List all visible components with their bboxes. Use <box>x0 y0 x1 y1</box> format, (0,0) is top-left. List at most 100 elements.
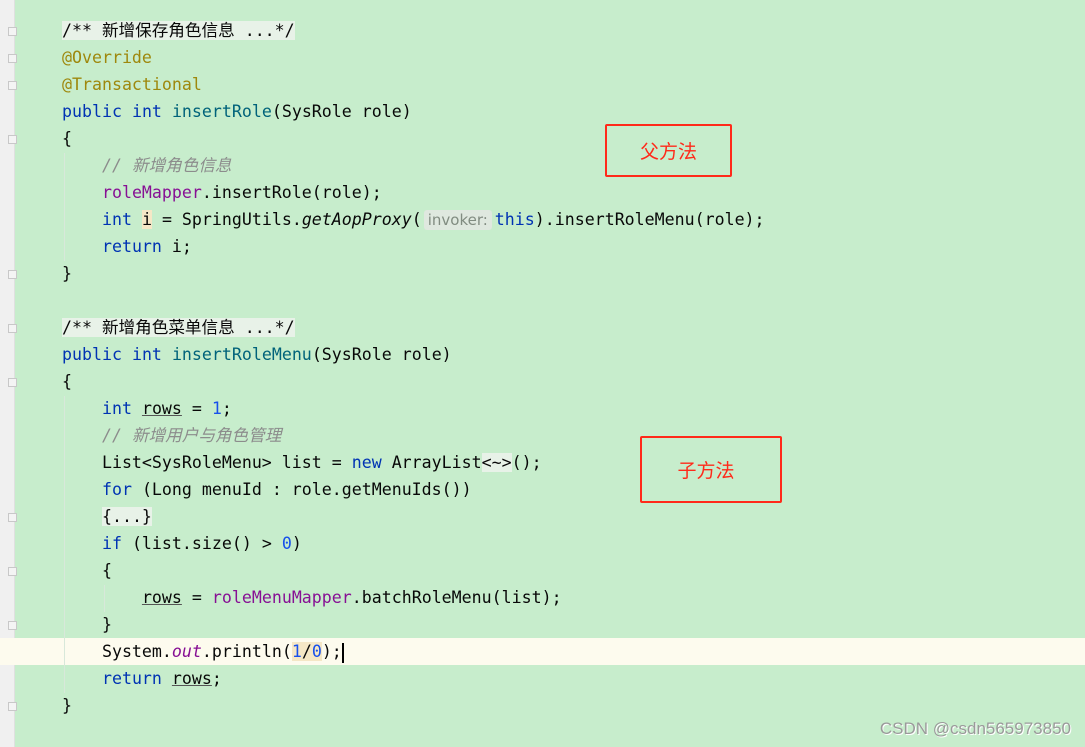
code-line[interactable]: return rows; <box>0 665 1085 692</box>
code-token: ; <box>221 399 232 418</box>
code-token: out <box>171 642 202 661</box>
code-token: // 新增用户与角色管理 <box>101 426 282 445</box>
code-line[interactable]: { <box>0 125 1085 152</box>
code-token: (SysRole role) <box>271 102 412 121</box>
code-token: int <box>101 210 132 229</box>
code-token: if <box>101 534 122 553</box>
code-token: / <box>301 642 312 661</box>
indent-guide <box>64 396 65 693</box>
code-token: i; <box>161 237 192 256</box>
code-token: ).insertRoleMenu(role); <box>534 210 765 229</box>
code-token: this <box>494 210 535 229</box>
code-line[interactable]: {...} <box>0 503 1085 530</box>
code-editor[interactable]: /** 新增保存角色信息 ...*/ @Override @Transactiona… <box>0 17 1085 719</box>
code-line[interactable]: /** 新增角色菜单信息 ...*/ <box>0 314 1085 341</box>
code-token: i <box>141 210 152 229</box>
code-token: = <box>181 399 212 418</box>
code-line[interactable]: roleMapper.insertRole(role); <box>0 179 1085 206</box>
code-token: .batchRoleMenu(list); <box>351 588 562 607</box>
code-line[interactable]: if (list.size() > 0) <box>0 530 1085 557</box>
code-token: new <box>351 453 382 472</box>
text-caret <box>341 642 344 663</box>
code-token: (list.size() > <box>121 534 282 553</box>
code-token: 0 <box>311 642 322 661</box>
code-token: /** 新增保存角色信息 ...*/ <box>62 21 295 40</box>
child-method-annotation: 子方法 <box>640 436 782 503</box>
code-token: (SysRole role) <box>311 345 452 364</box>
code-line[interactable]: } <box>0 611 1085 638</box>
code-token: roleMapper <box>101 183 202 202</box>
code-token: @Transactional <box>62 75 202 94</box>
code-line[interactable]: List<SysRoleMenu> list = new ArrayList<~… <box>0 449 1085 476</box>
code-token: } <box>62 264 72 283</box>
code-token: (Long menuId : role.getMenuIds()) <box>131 480 472 499</box>
code-line[interactable]: rows = roleMenuMapper.batchRoleMenu(list… <box>0 584 1085 611</box>
code-token: public <box>62 102 122 121</box>
code-token: insertRole <box>171 102 272 121</box>
code-token: { <box>62 372 72 391</box>
code-line[interactable]: for (Long menuId : role.getMenuIds()) <box>0 476 1085 503</box>
code-token: } <box>62 696 72 715</box>
code-line[interactable]: @Transactional <box>0 71 1085 98</box>
code-line[interactable]: } <box>0 692 1085 719</box>
code-token: insertRoleMenu <box>171 345 312 364</box>
watermark: CSDN @csdn565973850 <box>879 719 1071 738</box>
code-line[interactable]: /** 新增保存角色信息 ...*/ <box>0 17 1085 44</box>
indent-guide <box>64 153 65 261</box>
code-token: {...} <box>101 507 152 526</box>
code-token: /** 新增角色菜单信息 ...*/ <box>62 318 295 337</box>
code-line[interactable]: int rows = 1; <box>0 395 1085 422</box>
code-line[interactable]: @Override <box>0 44 1085 71</box>
code-token: ); <box>321 642 342 661</box>
code-token: = SpringUtils. <box>151 210 302 229</box>
code-line[interactable]: } <box>0 260 1085 287</box>
code-token: @Override <box>62 48 152 67</box>
code-token: ) <box>291 534 302 553</box>
code-token: return <box>101 669 162 688</box>
code-token: { <box>62 561 112 580</box>
parameter-hint: invoker: <box>423 210 492 230</box>
code-line[interactable]: // 新增角色信息 <box>0 152 1085 179</box>
parent-method-annotation: 父方法 <box>605 124 732 177</box>
code-token: int <box>101 399 132 418</box>
code-token: 0 <box>281 534 292 553</box>
code-token: ArrayList <box>381 453 482 472</box>
code-token: { <box>62 129 72 148</box>
code-line[interactable]: int i = SpringUtils.getAopProxy(invoker:… <box>0 206 1085 233</box>
code-token: 1 <box>291 642 302 661</box>
code-token: int <box>131 345 162 364</box>
indent-guide <box>104 585 105 612</box>
code-token: getAopProxy <box>301 210 412 229</box>
code-token: ; <box>211 669 222 688</box>
code-token: .insertRole(role); <box>201 183 382 202</box>
code-token: int <box>131 102 162 121</box>
code-line[interactable]: { <box>0 368 1085 395</box>
code-token: } <box>62 615 112 634</box>
code-token: List<SysRoleMenu> list = <box>62 453 352 472</box>
code-line[interactable]: // 新增用户与角色管理 <box>0 422 1085 449</box>
code-line[interactable]: return i; <box>0 233 1085 260</box>
code-token: // 新增角色信息 <box>101 156 232 175</box>
code-line[interactable] <box>0 287 1085 314</box>
code-token: System. <box>62 642 172 661</box>
code-line[interactable]: public int insertRole(SysRole role) <box>0 98 1085 125</box>
code-line[interactable]: public int insertRoleMenu(SysRole role) <box>0 341 1085 368</box>
code-token: rows <box>171 669 212 688</box>
code-line[interactable]: { <box>0 557 1085 584</box>
code-token: ( <box>411 210 422 229</box>
current-code-line[interactable]: System.out.println(1/0); <box>0 638 1085 665</box>
